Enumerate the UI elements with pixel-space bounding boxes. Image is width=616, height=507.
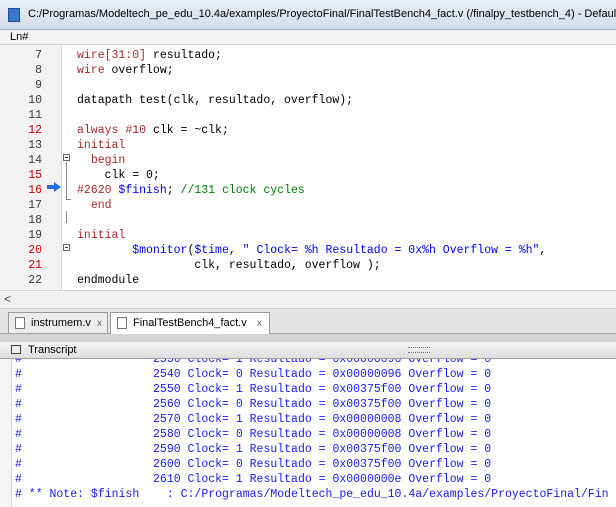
code-line[interactable]: 7 wire[31:0] resultado;	[0, 48, 616, 63]
code-text: $monitor($time, " Clock= %h Resultado = …	[132, 244, 547, 257]
code-line[interactable]: 16 #2620 $finish; //131 clock cycles	[0, 183, 616, 198]
file-icon	[8, 8, 20, 22]
fold-end-mark	[66, 199, 71, 200]
transcript-icon	[11, 345, 21, 354]
line-number: 10	[28, 94, 42, 107]
title-bar: C:/Programas/Modeltech_pe_edu_10.4a/exam…	[0, 0, 616, 30]
execution-arrow-icon	[47, 182, 61, 192]
fold-line	[66, 162, 67, 199]
code-text: #2620 $finish; //131 clock cycles	[77, 184, 305, 197]
code-text: wire[31:0] resultado;	[77, 49, 222, 62]
code-line[interactable]: 13 initial	[0, 138, 616, 153]
code-text: always #10 clk = ~clk;	[77, 124, 229, 137]
line-number: 20	[28, 244, 42, 257]
line-number: 9	[35, 79, 42, 92]
code-text: endmodule	[77, 274, 140, 287]
code-line[interactable]: 12 always #10 clk = ~clk;	[0, 123, 616, 138]
transcript-line: # 2590 Clock= 1 Resultado = 0x00375f00 O…	[15, 443, 492, 456]
code-line[interactable]: 10 datapath test(clk, resultado, overflow…	[0, 93, 616, 108]
horizontal-scrollbar[interactable]: <	[0, 290, 616, 309]
code-line[interactable]: 18	[0, 213, 616, 228]
transcript-line: # 2570 Clock= 1 Resultado = 0x00000008 O…	[15, 413, 492, 426]
code-line[interactable]: 17 end	[0, 198, 616, 213]
window-title: C:/Programas/Modeltech_pe_edu_10.4a/exam…	[28, 8, 616, 20]
transcript-title: Transcript	[28, 344, 77, 356]
close-icon[interactable]: x	[97, 314, 102, 333]
tab-label: instrumem.v	[31, 317, 91, 329]
code-text: wire overflow;	[77, 64, 174, 77]
fold-line-18	[66, 211, 67, 223]
code-line[interactable]: 11	[0, 108, 616, 123]
transcript-line: # 2610 Clock= 1 Resultado = 0x0000000e O…	[15, 473, 492, 486]
fold-toggle-begin[interactable]	[63, 154, 70, 161]
tab-instrumem[interactable]: instrumem.v x	[8, 312, 108, 333]
line-number: 11	[28, 109, 42, 122]
editor-tab-bar: instrumem.v x FinalTestBench4_fact.v x	[0, 309, 616, 334]
line-number: 14	[28, 154, 42, 167]
code-text: datapath test(clk, resultado, overflow);	[77, 94, 354, 107]
line-number: 7	[35, 49, 42, 62]
tab-label: FinalTestBench4_fact.v	[133, 317, 247, 329]
transcript-header: Transcript	[0, 342, 616, 359]
code-line[interactable]: 22 endmodule	[0, 273, 616, 288]
pane-splitter[interactable]	[0, 334, 616, 342]
transcript-pane[interactable]: # 2530 Clock= 1 Resultado = 0x00000096 O…	[0, 359, 616, 507]
transcript-line: # 2580 Clock= 0 Resultado = 0x00000008 O…	[15, 428, 492, 441]
code-text: clk = 0;	[77, 169, 160, 182]
tab-finaltestbench[interactable]: FinalTestBench4_fact.v x	[110, 312, 270, 334]
code-line[interactable]: 14 begin	[0, 153, 616, 168]
code-line[interactable]: 21 clk, resultado, overflow );	[0, 258, 616, 273]
code-text: begin	[90, 154, 126, 167]
line-number: 22	[28, 274, 42, 287]
line-number: 8	[35, 64, 42, 77]
line-number: 19	[28, 229, 42, 242]
code-text: clk, resultado, overflow );	[77, 259, 381, 272]
drag-grip-icon[interactable]	[408, 347, 430, 353]
fold-toggle-initial[interactable]	[63, 244, 70, 251]
transcript-gutter	[0, 359, 12, 507]
code-text: end	[90, 199, 112, 212]
line-number: 13	[28, 139, 42, 152]
transcript-line: # 2540 Clock= 0 Resultado = 0x00000096 O…	[15, 368, 492, 381]
line-number: 18	[28, 214, 42, 227]
line-number: 21	[28, 259, 42, 272]
file-icon	[15, 317, 25, 329]
code-line[interactable]: 19 initial	[0, 228, 616, 243]
transcript-line: # 2550 Clock= 1 Resultado = 0x00375f00 O…	[15, 383, 492, 396]
code-line[interactable]: 15 clk = 0;	[0, 168, 616, 183]
transcript-line: # 2600 Clock= 0 Resultado = 0x00375f00 O…	[15, 458, 492, 471]
code-line[interactable]: 9	[0, 78, 616, 93]
transcript-line: # 2560 Clock= 0 Resultado = 0x00375f00 O…	[15, 398, 492, 411]
close-icon[interactable]: x	[257, 314, 262, 333]
transcript-line: # ** Note: $finish : C:/Programas/Modelt…	[15, 488, 609, 501]
line-number: 16	[28, 184, 42, 197]
scroll-left-icon[interactable]: <	[4, 292, 11, 306]
file-icon	[117, 317, 127, 329]
code-text: initial	[77, 139, 126, 152]
code-line[interactable]: 8 wire overflow;	[0, 63, 616, 78]
transcript-line: # 2530 Clock= 1 Resultado = 0x00000096 O…	[15, 359, 492, 366]
code-line[interactable]: 20 $monitor($time, " Clock= %h Resultado…	[0, 243, 616, 258]
line-number-header: Ln#	[0, 30, 616, 45]
code-text: initial	[77, 229, 126, 242]
line-number: 15	[28, 169, 42, 182]
code-editor[interactable]: 7 wire[31:0] resultado; 8 wire overflow; 9 10…	[0, 45, 616, 290]
line-number: 17	[28, 199, 42, 212]
ln-header-label: Ln#	[10, 31, 29, 43]
line-number: 12	[28, 124, 42, 137]
